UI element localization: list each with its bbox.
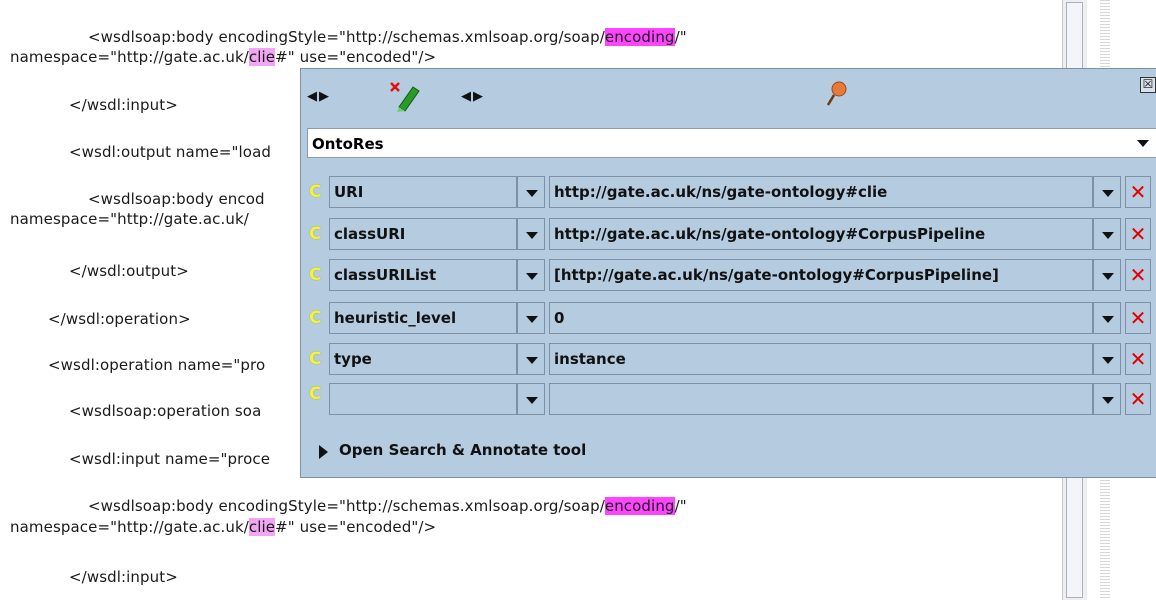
- feature-value-field[interactable]: 0: [549, 302, 1093, 334]
- chevron-down-icon[interactable]: [1093, 259, 1121, 291]
- annotation-type-combo[interactable]: OntoRes: [307, 128, 1156, 158]
- pin-icon[interactable]: [825, 79, 849, 109]
- feature-name-field[interactable]: classURI: [329, 218, 517, 250]
- class-c-icon: C: [309, 349, 322, 369]
- chevron-down-icon[interactable]: [517, 259, 545, 291]
- chevron-down-icon[interactable]: [1093, 343, 1121, 375]
- doc-line: </wsdl:operation>: [48, 310, 191, 328]
- left-right-arrows-icon[interactable]: ◀▶: [307, 89, 331, 104]
- class-c-icon: C: [309, 308, 322, 328]
- chevron-down-icon[interactable]: [517, 302, 545, 334]
- doc-line: <wsdlsoap:operation soa: [69, 402, 262, 420]
- doc-line: <wsdl:input name="proce: [69, 450, 271, 468]
- chevron-down-icon[interactable]: [517, 383, 545, 415]
- annotation-editor-popup: ☒ ◀▶ ◀▶ OntoRes C URI http://gate.ac.uk/…: [300, 68, 1156, 478]
- chevron-down-icon[interactable]: [1093, 383, 1121, 415]
- chevron-down-icon[interactable]: [517, 176, 545, 208]
- feature-value-field[interactable]: [549, 383, 1093, 415]
- feature-name-field[interactable]: URI: [329, 176, 517, 208]
- class-c-icon: C: [309, 384, 322, 404]
- delete-x-icon[interactable]: ✕: [1125, 176, 1151, 208]
- doc-line: <wsdl:operation name="pro: [48, 356, 266, 374]
- doc-line: <wsdlsoap:body encodingStyle="http://sch…: [88, 28, 687, 46]
- class-c-icon: C: [309, 182, 322, 202]
- delete-x-icon[interactable]: ✕: [1125, 302, 1151, 334]
- chevron-down-icon[interactable]: [517, 218, 545, 250]
- class-c-icon: C: [309, 224, 322, 244]
- delete-marker-icon[interactable]: [387, 79, 423, 113]
- doc-line: </wsdl:input>: [69, 96, 178, 114]
- doc-line: </wsdl:output>: [69, 262, 189, 280]
- doc-line: namespace="http://gate.ac.uk/clie#" use=…: [10, 48, 437, 66]
- doc-line: <wsdlsoap:body encodingStyle="http://sch…: [88, 497, 687, 515]
- feature-value-field[interactable]: instance: [549, 343, 1093, 375]
- chevron-down-icon[interactable]: [1130, 129, 1156, 157]
- chevron-down-icon[interactable]: [517, 343, 545, 375]
- doc-line: <wsdlsoap:body encod: [88, 190, 265, 208]
- feature-name-field[interactable]: heuristic_level: [329, 302, 517, 334]
- feature-name-field[interactable]: [329, 383, 517, 415]
- feature-value-field[interactable]: [http://gate.ac.uk/ns/gate-ontology#Corp…: [549, 259, 1093, 291]
- delete-x-icon[interactable]: ✕: [1125, 259, 1151, 291]
- doc-line: </wsdl:input>: [69, 568, 178, 586]
- doc-line: <wsdl:output name="load: [69, 143, 272, 161]
- doc-line: namespace="http://gate.ac.uk/clie#" use=…: [10, 518, 437, 536]
- delete-x-icon[interactable]: ✕: [1125, 383, 1151, 415]
- class-c-icon: C: [309, 265, 322, 285]
- delete-x-icon[interactable]: ✕: [1125, 343, 1151, 375]
- left-right-arrows-icon[interactable]: ◀▶: [461, 89, 485, 104]
- delete-x-icon[interactable]: ✕: [1125, 218, 1151, 250]
- feature-value-field[interactable]: http://gate.ac.uk/ns/gate-ontology#clie: [549, 176, 1093, 208]
- chevron-down-icon[interactable]: [1093, 302, 1121, 334]
- feature-name-field[interactable]: classURIList: [329, 259, 517, 291]
- doc-line: namespace="http://gate.ac.uk/: [10, 210, 249, 228]
- close-icon[interactable]: ☒: [1140, 77, 1156, 93]
- open-search-annotate-toggle[interactable]: Open Search & Annotate tool: [339, 441, 586, 459]
- expand-triangle-icon[interactable]: [319, 445, 328, 459]
- chevron-down-icon[interactable]: [1093, 176, 1121, 208]
- feature-value-field[interactable]: http://gate.ac.uk/ns/gate-ontology#Corpu…: [549, 218, 1093, 250]
- feature-name-field[interactable]: type: [329, 343, 517, 375]
- chevron-down-icon[interactable]: [1093, 218, 1121, 250]
